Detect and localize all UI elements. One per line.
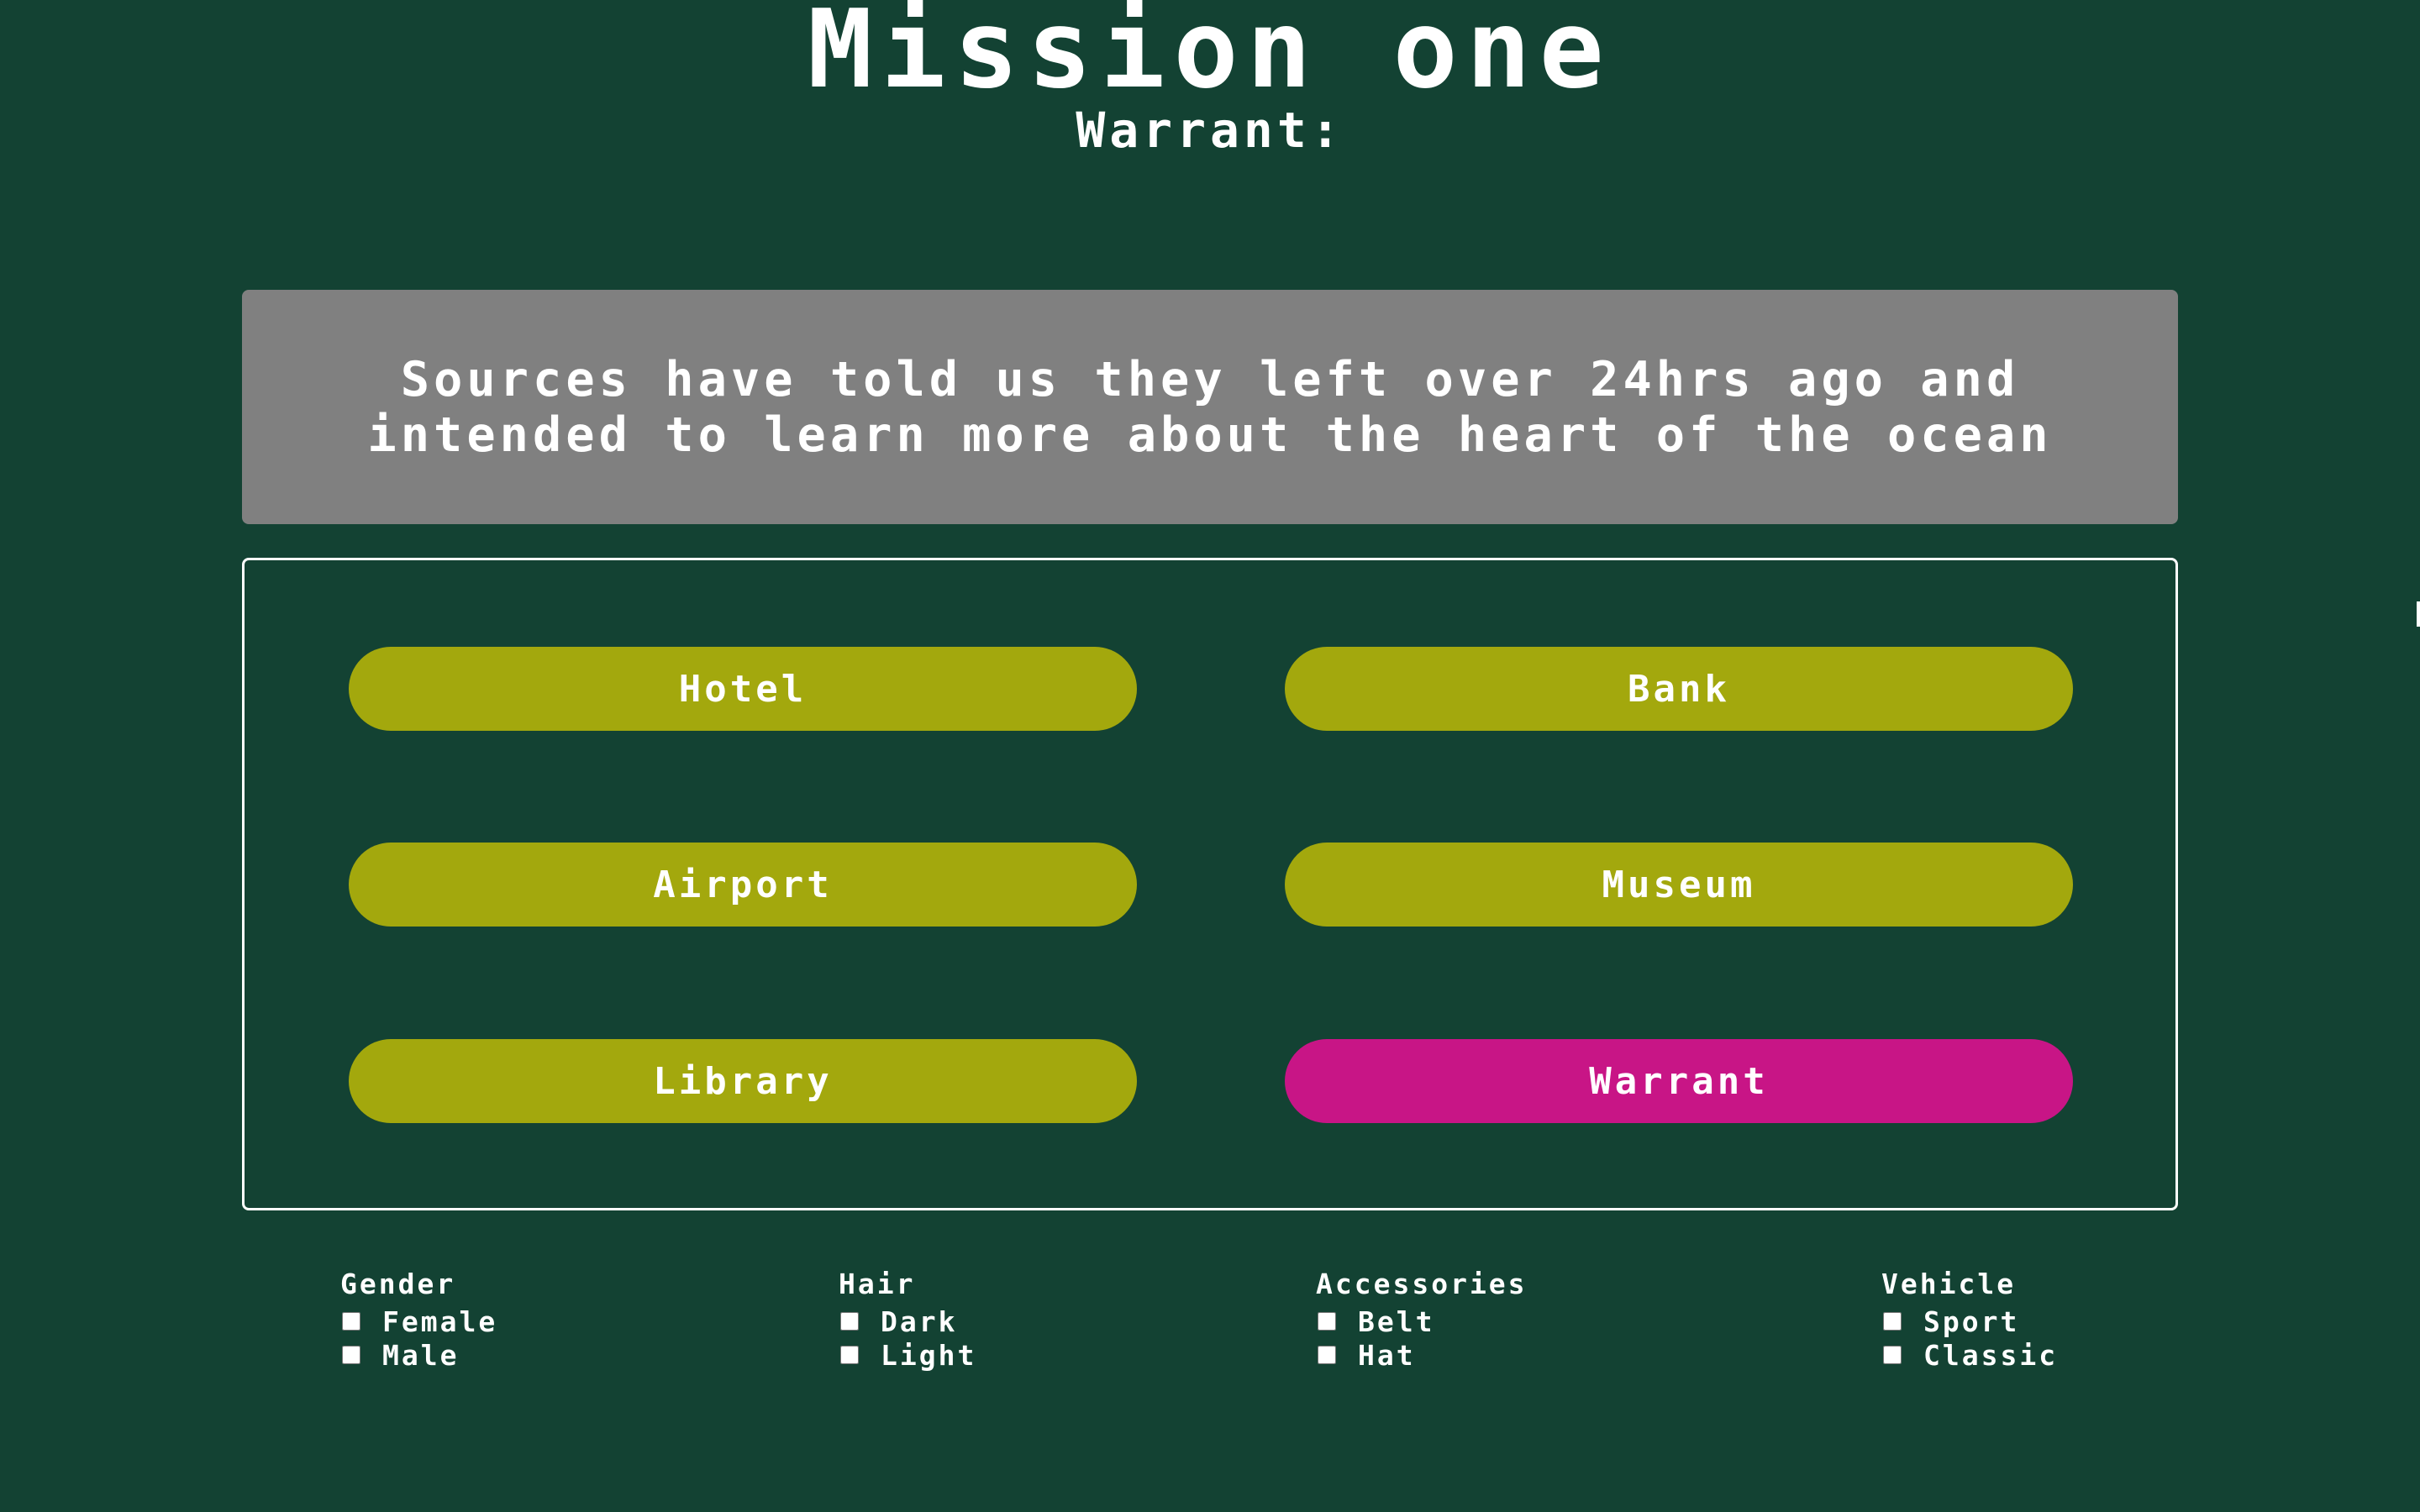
clue-text: Sources have told us they left over 24hr… — [367, 351, 2053, 463]
filter-option-light[interactable]: Light — [837, 1338, 976, 1372]
clue-box: Sources have told us they left over 24hr… — [242, 290, 2178, 524]
filter-label-belt: Belt — [1358, 1305, 1435, 1338]
filter-label-dark: Dark — [881, 1305, 958, 1338]
location-panel: Hotel Bank Airport Museum Library Warran… — [242, 558, 2178, 1210]
filter-label-light: Light — [881, 1338, 977, 1372]
library-button[interactable]: Library — [349, 1039, 1137, 1123]
female-checkbox[interactable] — [342, 1312, 360, 1331]
filter-label-male: Male — [382, 1338, 460, 1372]
bank-button[interactable]: Bank — [1285, 647, 2073, 731]
filter-group-vehicle: Vehicle Sport Classic — [1880, 1264, 2058, 1372]
hotel-button[interactable]: Hotel — [349, 647, 1137, 731]
filter-title-gender: Gender — [340, 1268, 456, 1300]
edge-marker — [2417, 601, 2420, 627]
filter-group-hair: Hair Dark Light — [837, 1264, 976, 1372]
page-title: Mission one — [808, 0, 1612, 113]
museum-button[interactable]: Museum — [1285, 843, 2073, 927]
filter-option-belt[interactable]: Belt — [1314, 1305, 1528, 1338]
light-checkbox[interactable] — [840, 1346, 859, 1364]
male-checkbox[interactable] — [342, 1346, 360, 1364]
filter-option-hat[interactable]: Hat — [1314, 1338, 1528, 1372]
filter-group-gender: Gender Female Male — [339, 1264, 497, 1372]
filter-label-classic: Classic — [1923, 1338, 2059, 1372]
filter-title-vehicle: Vehicle — [1881, 1268, 2017, 1300]
filter-label-hat: Hat — [1358, 1338, 1416, 1372]
filter-label-female: Female — [382, 1305, 498, 1338]
filter-option-dark[interactable]: Dark — [837, 1305, 976, 1338]
airport-button[interactable]: Airport — [349, 843, 1137, 927]
filter-option-sport[interactable]: Sport — [1880, 1305, 2058, 1338]
filter-option-classic[interactable]: Classic — [1880, 1338, 2058, 1372]
filter-option-female[interactable]: Female — [339, 1305, 497, 1338]
filter-title-hair: Hair — [839, 1268, 916, 1300]
warrant-button[interactable]: Warrant — [1285, 1039, 2073, 1123]
filter-label-sport: Sport — [1923, 1305, 2020, 1338]
page-subtitle: Warrant: — [1076, 102, 1344, 159]
classic-checkbox[interactable] — [1883, 1346, 1902, 1364]
filter-option-male[interactable]: Male — [339, 1338, 497, 1372]
sport-checkbox[interactable] — [1883, 1312, 1902, 1331]
filter-group-accessories: Accessories Belt Hat — [1314, 1264, 1528, 1372]
belt-checkbox[interactable] — [1318, 1312, 1336, 1331]
dark-checkbox[interactable] — [840, 1312, 859, 1331]
hat-checkbox[interactable] — [1318, 1346, 1336, 1364]
filter-title-accessories: Accessories — [1316, 1268, 1528, 1300]
